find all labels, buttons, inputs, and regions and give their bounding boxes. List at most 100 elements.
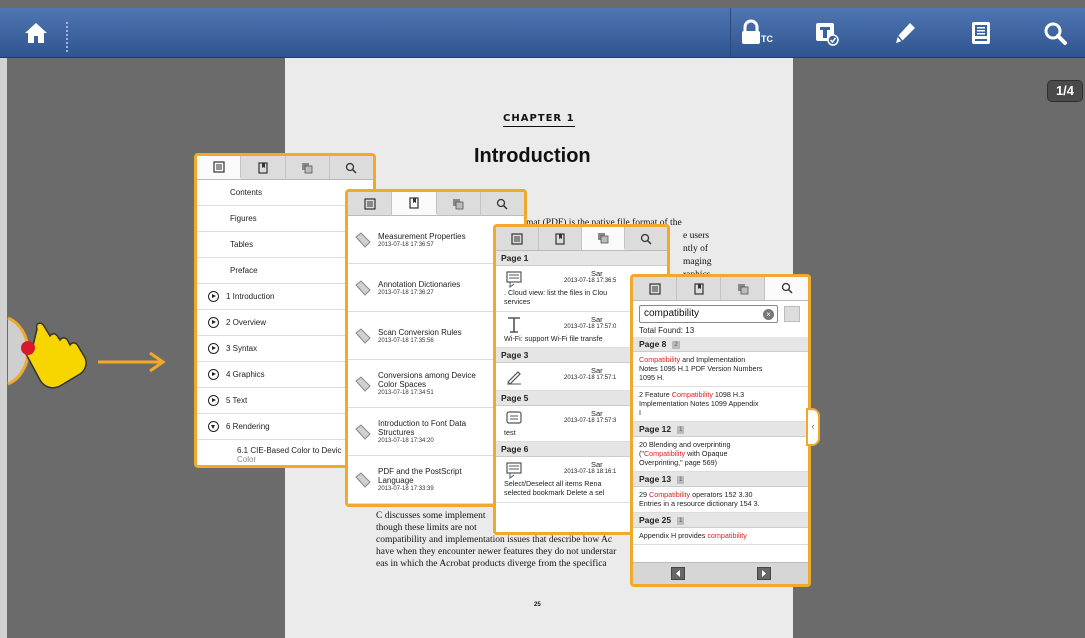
bookmark-title: Measurement Properties: [378, 231, 466, 241]
text-insert-icon: [508, 317, 520, 333]
prev-result-button[interactable]: [671, 567, 685, 580]
result-line: 29 Compatibility operators 152 3.30: [639, 490, 802, 499]
search-result-item[interactable]: 2 Feature Compatibility 1098 H.3 Implemen…: [633, 387, 808, 422]
search-icon: [1044, 22, 1067, 45]
annotation-author: Sar: [591, 409, 603, 418]
reading-mode-button[interactable]: [958, 12, 1004, 54]
result-page-label: Page 12: [639, 424, 672, 434]
text-to-speech-icon: TC: [742, 19, 773, 44]
annotation-text: services: [504, 297, 531, 306]
search-icon: [497, 198, 508, 210]
tab-search[interactable]: [481, 192, 524, 215]
pen-button[interactable]: [882, 12, 928, 54]
home-icon: [25, 23, 47, 43]
tab-search[interactable]: [625, 227, 667, 250]
search-result-item[interactable]: 20 Blending and overprinting ("Compatibil…: [633, 437, 808, 472]
toolbar-separator: [66, 22, 68, 52]
tab-annotations[interactable]: [582, 227, 625, 250]
bookmark-title: Scan Conversion Rules: [378, 327, 462, 337]
result-line: Entries in a resource dictionary 154 3.: [639, 499, 802, 508]
panel-tab-bar: [197, 156, 373, 180]
search-input[interactable]: compatibility ×: [639, 305, 778, 323]
result-highlight: compatibility: [707, 531, 747, 540]
bookmark-title: PDF and the PostScript: [378, 467, 462, 476]
chapter-title: Introduction: [474, 145, 591, 167]
result-line: Appendix H provides compatibility: [639, 531, 802, 540]
bookmark-date: 2013-07-18 17:34:20: [378, 438, 434, 444]
result-text: 1095 H.: [639, 373, 665, 382]
text-to-speech-button[interactable]: TC: [734, 12, 780, 54]
home-button[interactable]: [13, 12, 59, 54]
result-text: Entries in a resource dictionary 154 3.: [639, 499, 760, 508]
bookmark-text: Measurement Properties 2013-07-18 17:36:5…: [378, 232, 466, 248]
result-line: Implementation Notes 1099 Appendix: [639, 399, 802, 408]
panel-tab-bar: [496, 227, 667, 251]
result-line: 1095 H.: [639, 373, 802, 382]
search-result-item[interactable]: Compatibility and Implementation Notes 10…: [633, 352, 808, 387]
annotation-text: Select/Deselect all items Rena: [504, 479, 602, 488]
outline-item-label: Contents: [230, 188, 263, 197]
tab-search[interactable]: [765, 277, 808, 300]
annotation-date: 2013-07-18 17:57:1: [564, 375, 617, 381]
body-text-line: though these limits are not: [376, 523, 477, 533]
expand-arrow-icon[interactable]: [208, 317, 219, 328]
result-page-label: Page 13: [639, 474, 672, 484]
search-result-item[interactable]: Appendix H provides compatibility: [633, 528, 808, 545]
tab-bookmarks[interactable]: [392, 192, 437, 215]
bookmark-title: Conversions among Device: [378, 371, 476, 380]
outline-item-label: 1 Introduction: [226, 292, 275, 301]
result-line: Compatibility and Implementation: [639, 355, 802, 364]
next-result-button[interactable]: [757, 567, 771, 580]
tab-search[interactable]: [330, 156, 373, 179]
result-line: Notes 1095 H.1 PDF Version Numbers: [639, 364, 802, 373]
search-total: Total Found: 13: [639, 326, 695, 335]
tab-annotations[interactable]: [437, 192, 481, 215]
annotation-author: Sar: [591, 366, 603, 375]
result-text: and Implementation: [680, 355, 746, 364]
tab-outline[interactable]: [496, 227, 539, 250]
tab-bookmarks[interactable]: [539, 227, 582, 250]
annotation-date: 2013-07-18 18:16:1: [564, 469, 617, 475]
tab-outline[interactable]: [348, 192, 393, 215]
annotation-list-button[interactable]: [803, 12, 849, 54]
search-result-page-header: Page 25 1: [633, 513, 808, 528]
search-icon: [346, 162, 357, 174]
expand-arrow-icon[interactable]: [208, 369, 219, 380]
tab-outline[interactable]: [197, 156, 242, 179]
tab-annotations[interactable]: [286, 156, 330, 179]
clear-search-button[interactable]: ×: [763, 309, 774, 320]
hand-pointer-icon: [21, 322, 87, 389]
top-toolbar: TC: [0, 8, 1085, 58]
result-highlight: Compatibility: [643, 449, 686, 458]
tab-bookmarks[interactable]: [241, 156, 286, 179]
search-result-page-header: Page 12 1: [633, 422, 808, 437]
outline-icon: [648, 282, 661, 295]
bookmark-title: Annotation Dictionaries: [378, 279, 461, 289]
result-text: 29: [639, 490, 649, 499]
annotation-author: Sar: [591, 315, 603, 324]
tab-outline[interactable]: [633, 277, 677, 300]
search-panel: compatibility × Total Found: 13 Page 8 2 C…: [630, 274, 811, 587]
outline-icon: [364, 197, 376, 210]
search-result-item[interactable]: 29 Compatibility operators 152 3.30 Entri…: [633, 487, 808, 513]
result-count-badge: 2: [672, 341, 680, 349]
annotations-icon: [598, 232, 609, 243]
expand-arrow-icon[interactable]: [208, 291, 219, 302]
bookmark-text: Conversions among Device Color Spaces 2013…: [378, 371, 476, 396]
result-count-badge: 1: [677, 517, 685, 525]
bookmark-text: Introduction to Font Data Structures 2013-…: [378, 419, 466, 444]
tab-bookmarks[interactable]: [677, 277, 721, 300]
collapse-arrow-icon[interactable]: [208, 421, 219, 432]
chevron-left-icon: [676, 570, 680, 577]
outline-icon: [511, 232, 523, 245]
expand-arrow-icon[interactable]: [208, 395, 219, 406]
annotation-text: selected bookmark Delete a sel: [504, 488, 605, 497]
outline-item-label: 2 Overview: [226, 318, 267, 327]
search-go-button[interactable]: [784, 306, 800, 322]
search-button[interactable]: [1032, 12, 1078, 54]
panel-collapse-handle[interactable]: ‹: [806, 408, 820, 446]
page-counter: 1/4: [1047, 80, 1083, 102]
tab-annotations[interactable]: [721, 277, 765, 300]
expand-arrow-icon[interactable]: [208, 343, 219, 354]
annotation-date: 2013-07-18 17:57:0: [564, 324, 617, 330]
